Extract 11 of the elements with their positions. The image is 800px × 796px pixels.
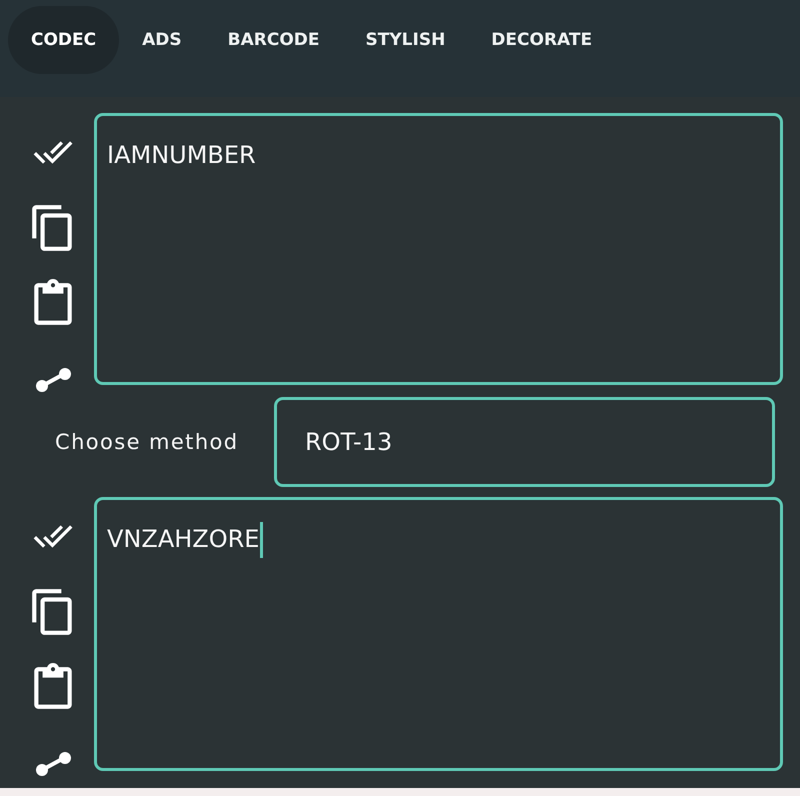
tab[interactable]: BARCODE: [204, 6, 343, 74]
output-text-area[interactable]: VNZAHZORE: [94, 497, 783, 771]
node-link-icon[interactable]: [34, 751, 72, 777]
tab[interactable]: ADS: [119, 6, 205, 74]
tab[interactable]: DECORATE: [468, 6, 616, 74]
tab[interactable]: CODEC: [8, 6, 120, 74]
input-text-area[interactable]: IAMNUMBER: [94, 113, 783, 385]
node-link-icon[interactable]: [34, 367, 72, 393]
tab[interactable]: STYLISH: [342, 6, 468, 74]
method-label: Choose method: [54, 430, 240, 454]
method-select[interactable]: ROT-13: [274, 397, 775, 487]
